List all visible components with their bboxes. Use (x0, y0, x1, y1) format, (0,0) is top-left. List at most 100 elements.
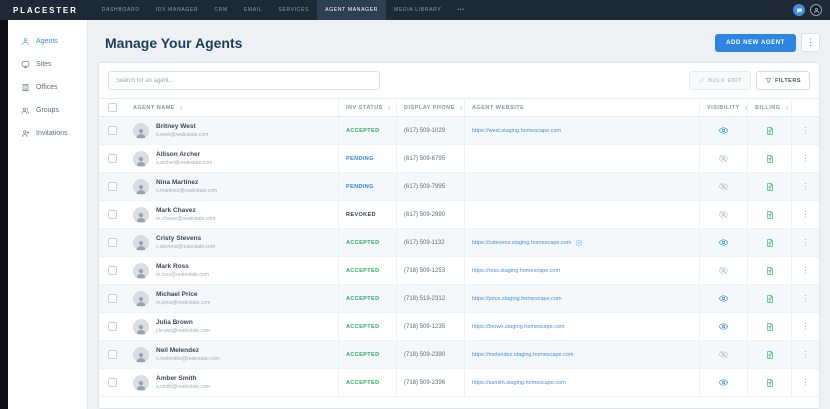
status-badge: ACCEPTED (346, 296, 379, 302)
billing-icon[interactable] (765, 322, 775, 332)
sort-icon[interactable] (458, 105, 464, 111)
row-menu-button[interactable]: ⋮ (802, 379, 810, 387)
row-menu-button[interactable]: ⋮ (802, 351, 810, 359)
avatar (133, 263, 149, 279)
eye-icon[interactable] (718, 237, 729, 248)
sidebar-item-groups[interactable]: Groups (8, 99, 87, 122)
billing-icon[interactable] (765, 378, 775, 388)
topnav-item-email[interactable]: EMAIL (236, 0, 271, 20)
row-checkbox[interactable] (108, 182, 117, 191)
row-menu-button[interactable]: ⋮ (802, 239, 810, 247)
topnav-item-idx-manager[interactable]: IDX MANAGER (148, 0, 207, 20)
row-checkbox[interactable] (108, 238, 117, 247)
page-header: Manage Your Agents ADD NEW AGENT ⋮ (88, 20, 830, 62)
eye-icon[interactable] (718, 125, 729, 136)
topnav-item-media-library[interactable]: MEDIA LIBRARY (386, 0, 449, 20)
column-header-billing[interactable]: BILLING (747, 99, 791, 116)
topnav-item-services[interactable]: SERVICES (270, 0, 317, 20)
eye-icon[interactable] (718, 293, 729, 304)
sidebar-item-agents[interactable]: Agents (8, 30, 87, 53)
billing-icon[interactable] (765, 238, 775, 248)
select-all-checkbox[interactable] (108, 103, 117, 112)
row-menu-button[interactable]: ⋮ (802, 155, 810, 163)
column-header-inv-status[interactable]: INV STATUS (338, 99, 396, 116)
row-menu-button[interactable]: ⋮ (802, 211, 810, 219)
display-phone: (718) 509-2396 (404, 380, 445, 386)
column-header-visibility[interactable]: VISIBILITY (699, 99, 747, 116)
page-title: Manage Your Agents (105, 35, 242, 51)
billing-icon[interactable] (765, 182, 775, 192)
agent-email: j.brown@realestate.com (156, 328, 210, 334)
row-checkbox[interactable] (108, 154, 117, 163)
row-checkbox[interactable] (108, 294, 117, 303)
sidebar-item-invitations[interactable]: Invitations (8, 122, 87, 145)
table-row: Neil Melendez n.melendez@realestate.com … (99, 341, 819, 369)
column-header-display-phone[interactable]: DISPLAY PHONE (396, 99, 464, 116)
row-checkbox[interactable] (108, 322, 117, 331)
bulk-edit-button[interactable]: BULK EDIT (689, 71, 751, 90)
avatar (133, 151, 149, 167)
sort-icon[interactable] (386, 105, 392, 111)
billing-icon[interactable] (765, 154, 775, 164)
row-menu-button[interactable]: ⋮ (802, 323, 810, 331)
eye-icon[interactable] (718, 321, 729, 332)
agent-website-link[interactable]: https://melendez.staging.homescape.com (472, 352, 574, 358)
eye-off-icon[interactable] (718, 181, 729, 192)
person-silhouette-icon (135, 155, 147, 167)
table-toolbar: BULK EDIT FILTERS (99, 63, 819, 98)
row-checkbox[interactable] (108, 210, 117, 219)
topnav-item-more[interactable]: ••• (449, 0, 472, 20)
row-checkbox[interactable] (108, 378, 117, 387)
sidebar-item-sites[interactable]: Sites (8, 53, 87, 76)
agent-website-link[interactable]: https://ross.staging.homescape.com (472, 268, 560, 274)
billing-icon[interactable] (765, 210, 775, 220)
chat-icon[interactable] (793, 4, 805, 16)
billing-icon[interactable] (765, 126, 775, 136)
external-link-icon[interactable] (575, 239, 583, 247)
eye-off-icon[interactable] (718, 349, 729, 360)
sort-icon[interactable] (784, 105, 790, 111)
row-checkbox[interactable] (108, 350, 117, 359)
billing-icon[interactable] (765, 294, 775, 304)
row-menu-button[interactable]: ⋮ (802, 183, 810, 191)
table-row: Allison Archer a.archer@realestate.com P… (99, 145, 819, 173)
agent-website-link[interactable]: https://cstevens.staging.homescape.com (472, 240, 571, 246)
filters-button[interactable]: FILTERS (756, 71, 810, 90)
topnav-item-label: CRM (214, 7, 228, 13)
agent-website-link[interactable]: https://west.staging.homescape.com (472, 128, 561, 134)
row-menu-button[interactable]: ⋮ (802, 267, 810, 275)
topnav-item-crm[interactable]: CRM (206, 0, 236, 20)
header-kebab-button[interactable]: ⋮ (801, 33, 820, 52)
placester-logo[interactable]: PLACESTER (13, 6, 78, 15)
table-row: Mark Chavez m.chavez@realestate.com REVO… (99, 201, 819, 229)
sidebar-item-offices[interactable]: Offices (8, 76, 87, 99)
sidebar: Agents Sites Offices Groups Invitations (8, 20, 88, 409)
agent-website-link[interactable]: https://price.staging.homescape.com (472, 296, 562, 302)
add-new-agent-button[interactable]: ADD NEW AGENT (715, 34, 796, 52)
row-menu-button[interactable]: ⋮ (802, 127, 810, 135)
eye-icon[interactable] (718, 377, 729, 388)
row-checkbox[interactable] (108, 266, 117, 275)
row-menu-button[interactable]: ⋮ (802, 295, 810, 303)
search-input[interactable] (108, 71, 380, 90)
user-avatar[interactable] (810, 4, 822, 16)
agents-card: BULK EDIT FILTERS AGENT NAME INV STATUS (98, 62, 820, 409)
eye-off-icon[interactable] (718, 153, 729, 164)
column-header-agent-name[interactable]: AGENT NAME (126, 99, 338, 116)
row-checkbox[interactable] (108, 126, 117, 135)
agent-name: Mark Chavez (156, 207, 215, 214)
agent-website-link[interactable]: https://brown.staging.homescape.com (472, 324, 565, 330)
topnav-item-dashboard[interactable]: DASHBOARD (94, 0, 148, 20)
avatar (133, 319, 149, 335)
sort-icon[interactable] (178, 105, 184, 111)
topnav-item-agent-manager[interactable]: AGENT MANAGER (317, 0, 386, 20)
agent-website-link[interactable]: https://asmith.staging.homescape.com (472, 380, 566, 386)
billing-icon[interactable] (765, 350, 775, 360)
table-row: Britney West b.west@realestate.com ACCEP… (99, 117, 819, 145)
person-icon (21, 37, 30, 46)
eye-off-icon[interactable] (718, 265, 729, 276)
eye-off-icon[interactable] (718, 209, 729, 220)
billing-icon[interactable] (765, 266, 775, 276)
topnav-item-label: MEDIA LIBRARY (394, 7, 441, 13)
chat-bubble-icon (796, 7, 803, 14)
